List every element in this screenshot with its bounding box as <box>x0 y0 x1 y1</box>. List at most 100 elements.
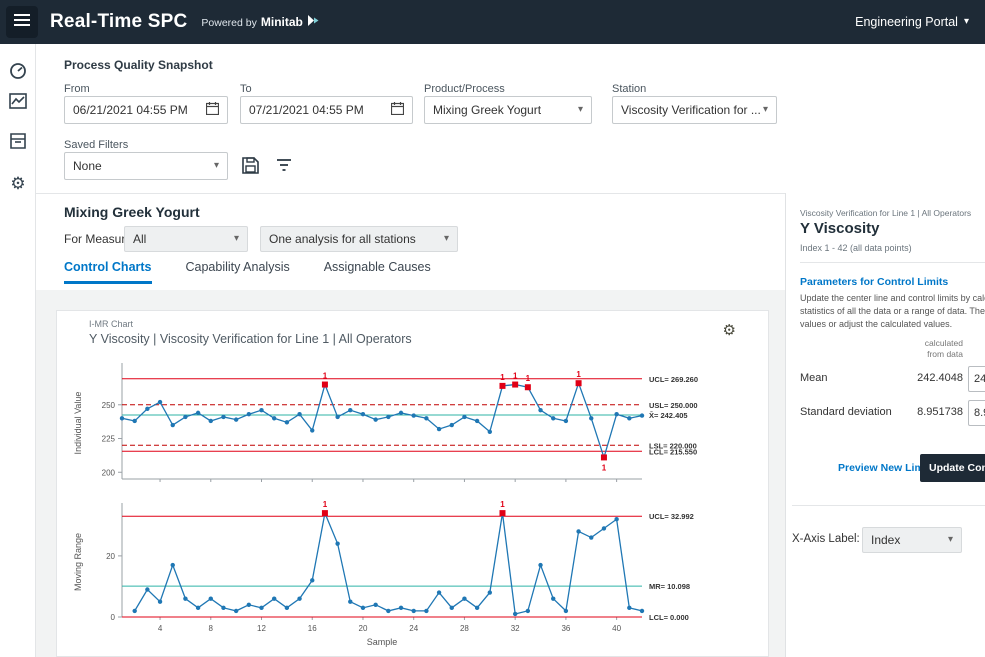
svg-text:225: 225 <box>102 435 116 444</box>
filter-icon <box>276 160 292 177</box>
section-title: Process Quality Snapshot <box>64 58 213 72</box>
svg-text:40: 40 <box>612 624 621 633</box>
hamburger-icon <box>14 13 30 32</box>
to-label: To <box>240 83 252 95</box>
x-axis-label: X-Axis Label: <box>792 533 860 545</box>
svg-text:UCL= 32.992: UCL= 32.992 <box>649 512 694 521</box>
tab-control-charts[interactable]: Control Charts <box>64 260 152 284</box>
save-filter-button[interactable] <box>242 157 259 179</box>
svg-text:UCL= 269.260: UCL= 269.260 <box>649 375 698 384</box>
svg-text:X̄= 242.405: X̄= 242.405 <box>649 411 688 420</box>
sidebar-item-charts[interactable] <box>0 88 36 118</box>
sidebar-item-dashboard[interactable] <box>0 58 36 88</box>
svg-text:Individual Value: Individual Value <box>73 392 83 455</box>
station-label: Station <box>612 83 646 95</box>
chart-image-icon <box>9 93 27 114</box>
svg-text:32: 32 <box>511 624 520 633</box>
x-axis-value: Index <box>871 533 900 547</box>
gear-icon: ⚙ <box>10 175 25 192</box>
caret-down-icon: ▾ <box>214 161 219 171</box>
product-value: Mixing Greek Yogurt <box>433 103 541 117</box>
tab-bar: Control Charts Capability Analysis Assig… <box>64 260 431 284</box>
x-axis-select[interactable]: Index ▾ <box>862 527 962 553</box>
measure-select[interactable]: All ▾ <box>124 226 248 252</box>
minitab-logo-icon <box>307 13 320 31</box>
svg-text:1: 1 <box>500 373 505 382</box>
tab-capability-analysis[interactable]: Capability Analysis <box>186 260 290 284</box>
saved-filters-select[interactable]: None ▾ <box>64 152 228 180</box>
caret-down-icon: ▾ <box>948 535 953 545</box>
to-date-value: 07/21/2021 04:55 PM <box>249 103 364 117</box>
svg-text:1: 1 <box>602 463 607 472</box>
to-date-input[interactable]: 07/21/2021 04:55 PM <box>240 96 413 124</box>
svg-text:1: 1 <box>500 500 505 509</box>
from-date-value: 06/21/2021 04:55 PM <box>73 103 188 117</box>
powered-by: Powered by Minitab <box>201 13 319 31</box>
svg-text:0: 0 <box>111 613 116 622</box>
real-time-spc-app: Real-Time SPC Powered by Minitab Enginee… <box>0 0 985 657</box>
chart-subtitle: Y Viscosity | Viscosity Verification for… <box>89 332 412 346</box>
svg-text:LCL= 215.550: LCL= 215.550 <box>649 447 697 456</box>
saved-filters-value: None <box>73 159 102 173</box>
mean-input[interactable] <box>968 366 985 392</box>
tab-assignable-causes[interactable]: Assignable Causes <box>324 260 431 284</box>
svg-text:24: 24 <box>409 624 418 633</box>
params-description: Update the center line and control limit… <box>800 292 985 331</box>
svg-text:20: 20 <box>106 552 115 561</box>
filter-button[interactable] <box>276 158 292 178</box>
individuals-chart: 200225250UCL= 269.260USL= 250.000X̄= 242… <box>67 357 760 491</box>
header-bar: Real-Time SPC Powered by Minitab Enginee… <box>0 0 985 44</box>
caret-down-icon: ▾ <box>234 234 239 244</box>
gauge-icon <box>9 62 27 85</box>
analysis-select[interactable]: One analysis for all stations ▾ <box>260 226 458 252</box>
chart-area: I-MR Chart Y Viscosity | Viscosity Verif… <box>36 290 785 657</box>
svg-text:36: 36 <box>561 624 570 633</box>
panel-context: Viscosity Verification for Line 1 | All … <box>800 208 982 218</box>
std-dev-input[interactable] <box>968 400 985 426</box>
chart-settings-gear-icon[interactable]: ⚙ <box>723 323 736 338</box>
svg-text:MR= 10.098: MR= 10.098 <box>649 582 690 591</box>
svg-text:1: 1 <box>323 372 328 381</box>
calendar-icon <box>206 102 219 118</box>
brand-name: Minitab <box>261 15 303 29</box>
measure-value: All <box>133 232 146 246</box>
svg-text:Sample: Sample <box>367 637 398 647</box>
chart-type-label: I-MR Chart <box>89 319 133 329</box>
menu-button[interactable] <box>6 6 38 38</box>
svg-text:1: 1 <box>513 372 518 381</box>
svg-text:200: 200 <box>102 468 116 477</box>
portal-label: Engineering Portal <box>855 15 958 29</box>
update-control-limits-button[interactable]: Update Control Limits <box>920 454 985 482</box>
panel-divider <box>792 505 985 506</box>
svg-text:1: 1 <box>576 370 581 379</box>
svg-text:1: 1 <box>526 374 531 383</box>
panel-range-note: Index 1 - 42 (all data points) <box>800 243 912 253</box>
svg-text:16: 16 <box>308 624 317 633</box>
from-label: From <box>64 83 90 95</box>
product-label: Product/Process <box>424 83 505 95</box>
sidebar-item-settings[interactable]: ⚙ <box>0 168 36 198</box>
caret-down-icon: ▾ <box>763 105 768 115</box>
from-date-input[interactable]: 06/21/2021 04:55 PM <box>64 96 228 124</box>
mean-calculated-value: 242.4048 <box>878 372 963 384</box>
station-select[interactable]: Viscosity Verification for ... ▾ <box>612 96 777 124</box>
svg-text:LCL= 0.000: LCL= 0.000 <box>649 613 689 622</box>
svg-text:28: 28 <box>460 624 469 633</box>
svg-text:USL= 250.000: USL= 250.000 <box>649 401 698 410</box>
caret-down-icon: ▾ <box>964 17 969 27</box>
box-icon <box>9 133 27 154</box>
product-title: Mixing Greek Yogurt <box>64 204 200 220</box>
analysis-value: One analysis for all stations <box>269 232 416 246</box>
mean-label: Mean <box>800 372 828 384</box>
caret-down-icon: ▾ <box>444 234 449 244</box>
calculated-column-header: calculated from data <box>895 338 963 360</box>
svg-text:12: 12 <box>257 624 266 633</box>
product-select[interactable]: Mixing Greek Yogurt ▾ <box>424 96 592 124</box>
portal-menu[interactable]: Engineering Portal ▾ <box>855 15 969 29</box>
moving-range-chart: 020481216202428323640UCL= 32.992MR= 10.0… <box>67 495 760 650</box>
save-icon <box>242 161 259 178</box>
svg-text:Moving Range: Moving Range <box>73 533 83 591</box>
sidebar-item-products[interactable] <box>0 128 36 158</box>
calendar-icon <box>391 102 404 118</box>
svg-text:4: 4 <box>158 624 163 633</box>
